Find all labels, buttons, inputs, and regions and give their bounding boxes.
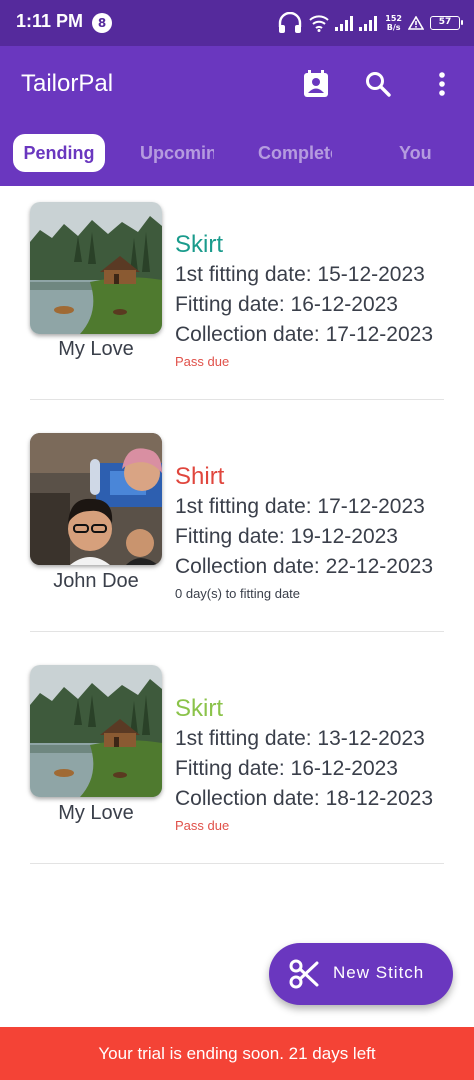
order-info: Skirt 1st fitting date: 15-12-2023 Fitti… [175, 230, 433, 372]
wifi-icon [309, 15, 329, 32]
order-card[interactable]: John Doe Shirt 1st fitting date: 17-12-2… [0, 418, 474, 650]
speed-unit: B/s [386, 23, 401, 32]
fitting-date: Fitting date: 16-12-2023 [175, 757, 398, 780]
first-fitting-date: 1st fitting date: 13-12-2023 [175, 727, 425, 750]
app-bar: TailorPal Pending Upcoming Completed You [0, 46, 474, 186]
customer-name: John Doe [53, 570, 139, 592]
status-bar: 1:11 PM 8 152 B/s 57 [0, 0, 474, 46]
selfie-photo [30, 433, 162, 565]
tab-completed[interactable]: Completed [258, 134, 332, 172]
divider [30, 399, 444, 400]
new-stitch-button[interactable]: New Stitch [269, 943, 453, 1005]
signal-icon [335, 16, 378, 31]
app-title: TailorPal [21, 70, 114, 97]
alert-icon [408, 16, 424, 30]
garment-type: Shirt [175, 463, 225, 490]
order-card[interactable]: My Love Skirt 1st fitting date: 13-12-20… [0, 650, 474, 882]
lake-cabin-photo [30, 665, 162, 797]
more-vert-icon[interactable] [426, 68, 458, 100]
divider [30, 631, 444, 632]
status-icons: 152 B/s 57 [277, 10, 463, 36]
search-icon[interactable] [362, 68, 394, 100]
tab-bar: Pending Upcoming Completed You [0, 134, 474, 172]
customer-name: My Love [58, 338, 134, 360]
divider [30, 863, 444, 864]
first-fitting-date: 1st fitting date: 15-12-2023 [175, 263, 425, 286]
tab-upcoming[interactable]: Upcoming [140, 134, 214, 172]
new-stitch-label: New Stitch [333, 963, 425, 982]
order-status-note: Pass due [175, 818, 230, 833]
fitting-date: Fitting date: 16-12-2023 [175, 293, 398, 316]
notification-badge: 8 [92, 13, 112, 33]
order-status-note: Pass due [175, 354, 230, 369]
headphones-icon [279, 12, 302, 33]
collection-date: Collection date: 22-12-2023 [175, 555, 434, 578]
collection-date: Collection date: 17-12-2023 [175, 323, 434, 346]
order-info: Skirt 1st fitting date: 13-12-2023 Fitti… [175, 694, 433, 836]
garment-type: Skirt [175, 231, 223, 258]
status-time: 1:11 PM [16, 11, 84, 31]
scissors-icon [289, 959, 319, 989]
tab-pending[interactable]: Pending [13, 134, 105, 172]
order-card[interactable]: My Love Skirt 1st fitting date: 15-12-20… [0, 186, 474, 418]
battery-icon: 57 [430, 16, 463, 30]
order-info: Shirt 1st fitting date: 17-12-2023 Fitti… [175, 462, 433, 604]
trial-banner[interactable]: Your trial is ending soon. 21 days left [0, 1027, 474, 1080]
order-status-note: 0 day(s) to fitting date [175, 586, 301, 601]
speed-value: 152 [385, 14, 402, 23]
contacts-icon[interactable] [300, 68, 332, 100]
tab-you[interactable]: You [399, 134, 439, 172]
first-fitting-date: 1st fitting date: 17-12-2023 [175, 495, 425, 518]
customer-name: My Love [58, 802, 134, 824]
fitting-date: Fitting date: 19-12-2023 [175, 525, 398, 548]
network-speed: 152 B/s [385, 14, 402, 32]
garment-type: Skirt [175, 695, 223, 722]
lake-cabin-photo [30, 202, 162, 334]
collection-date: Collection date: 18-12-2023 [175, 787, 434, 810]
